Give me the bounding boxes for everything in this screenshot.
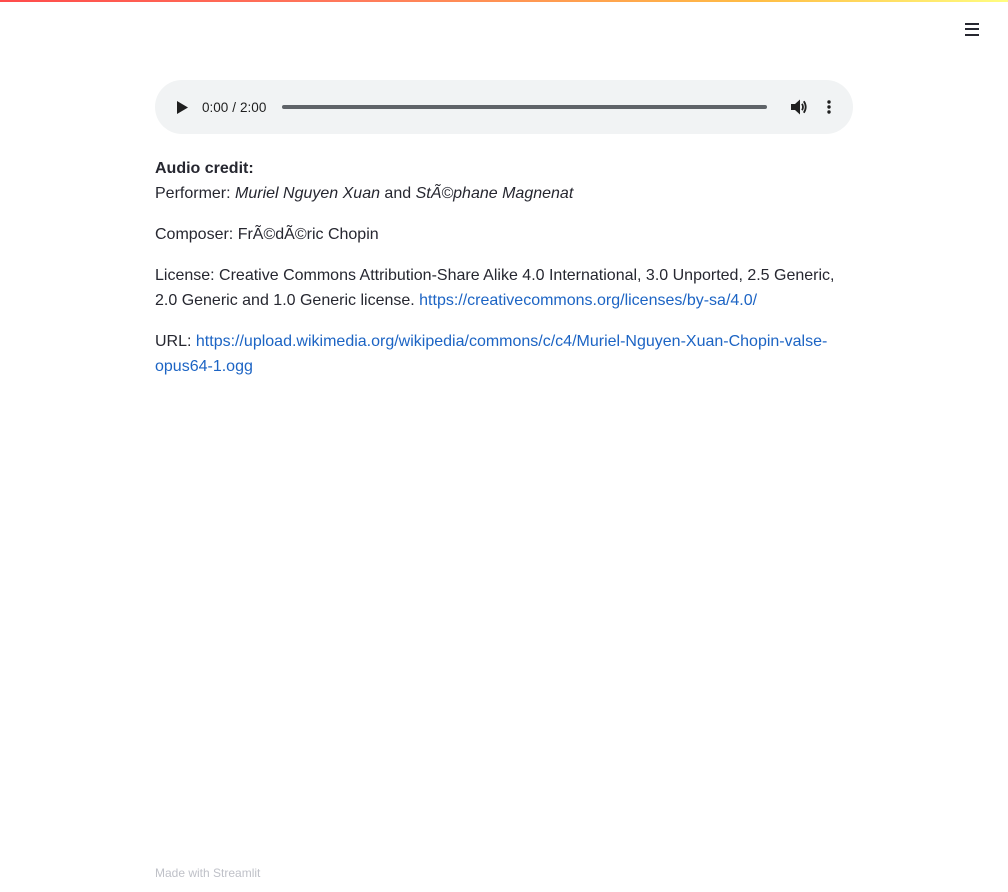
license-line: License: Creative Commons Attribution-Sh… [155,263,853,313]
footer-made-with: Made with [155,866,214,880]
main-content: 0:00/2:00 Audio credit: Performer: Murie… [155,80,853,395]
performer-joiner: and [379,185,416,202]
hamburger-menu-icon [965,22,979,36]
license-link[interactable]: https://creativecommons.org/licenses/by-… [419,292,757,309]
seek-slider[interactable] [282,105,767,109]
license-label: License: [155,267,220,284]
performer-name-1: Muriel Nguyen Xuan [235,185,380,202]
url-label: URL: [155,333,196,350]
play-icon [176,100,188,114]
footer-brand-link[interactable]: Streamlit [213,866,260,880]
composer-name: FrÃ©dÃ©ric Chopin [237,226,379,243]
play-button[interactable] [175,100,189,114]
performer-label: Performer: [155,185,236,202]
footer: Made with Streamlit [155,866,260,880]
volume-icon [790,99,807,115]
audio-credits: Audio credit: Performer: Muriel Nguyen X… [155,156,853,379]
current-time: 0:00 [202,99,229,115]
time-display: 0:00/2:00 [202,100,266,115]
audio-source-link[interactable]: https://upload.wikimedia.org/wikipedia/c… [155,333,827,375]
time-separator: / [232,99,237,115]
url-line: URL: https://upload.wikimedia.org/wikipe… [155,329,853,379]
composer-line: Composer: FrÃ©dÃ©ric Chopin [155,222,853,247]
performer-name-2: StÃ©phane Magnenat [415,185,574,202]
duration: 2:00 [240,99,267,115]
credits-heading: Audio credit: [155,160,254,177]
main-menu-button[interactable] [958,16,986,42]
volume-button[interactable] [789,97,809,117]
more-options-button[interactable] [823,97,835,117]
performer-block: Audio credit: Performer: Muriel Nguyen X… [155,156,853,206]
top-decoration-bar [0,0,1008,2]
audio-player[interactable]: 0:00/2:00 [155,80,853,134]
composer-label: Composer: [155,226,238,243]
more-vertical-icon [827,100,831,114]
